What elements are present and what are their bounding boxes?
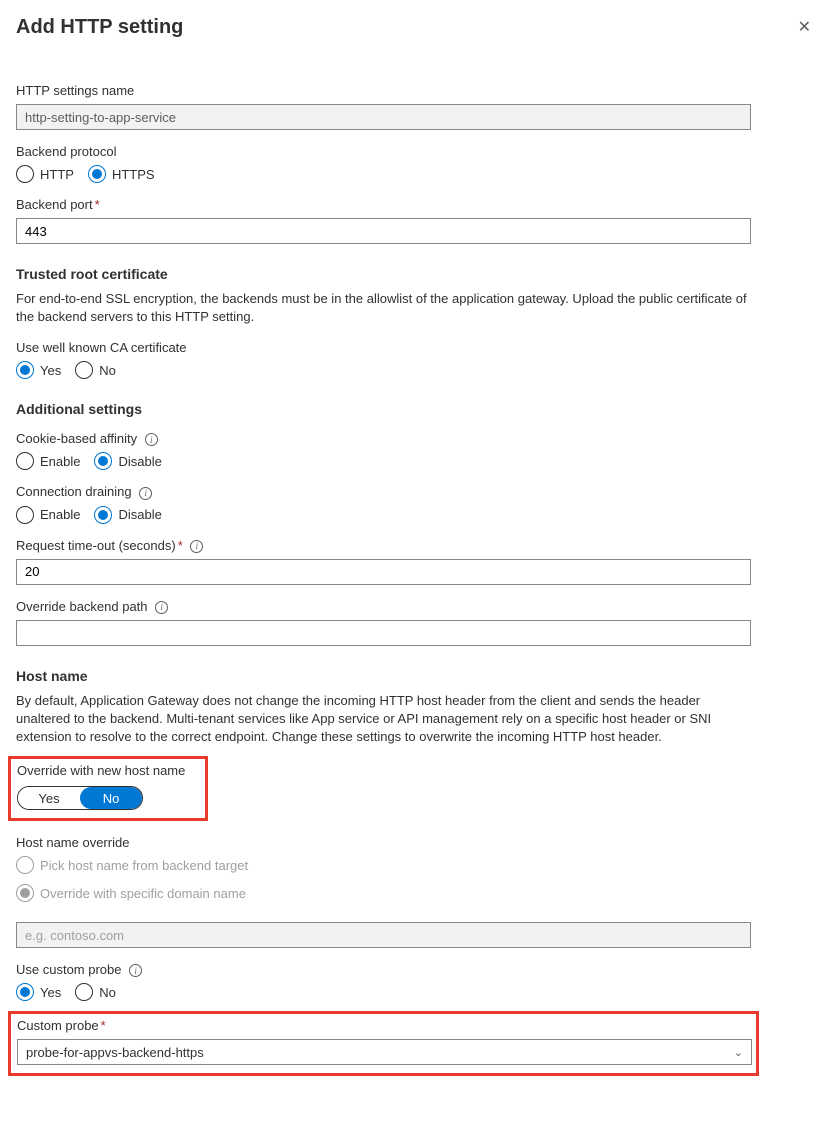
cookie-affinity-label: Cookie-based affinity i xyxy=(16,431,815,446)
host-name-override-pick-backend: Pick host name from backend target xyxy=(16,856,248,874)
well-known-ca-radio-group: Yes No xyxy=(16,361,815,379)
use-custom-probe-no[interactable]: No xyxy=(75,983,116,1001)
info-icon[interactable]: i xyxy=(190,540,203,553)
radio-icon xyxy=(16,452,34,470)
required-asterisk: * xyxy=(101,1018,106,1033)
required-asterisk: * xyxy=(178,538,183,553)
override-backend-path-label: Override backend path i xyxy=(16,599,815,614)
radio-icon xyxy=(16,361,34,379)
override-new-host-toggle[interactable]: Yes No xyxy=(17,786,143,810)
info-icon[interactable]: i xyxy=(129,964,142,977)
host-name-override-label: Host name override xyxy=(16,835,815,850)
info-icon[interactable]: i xyxy=(139,487,152,500)
cookie-affinity-enable[interactable]: Enable xyxy=(16,452,80,470)
backend-port-input[interactable] xyxy=(16,218,751,244)
backend-protocol-http[interactable]: HTTP xyxy=(16,165,74,183)
http-settings-name-input[interactable] xyxy=(16,104,751,130)
page-title: Add HTTP setting xyxy=(16,16,183,39)
connection-draining-enable[interactable]: Enable xyxy=(16,506,80,524)
override-new-host-yes[interactable]: Yes xyxy=(18,787,80,809)
highlight-annotation: Override with new host name Yes No xyxy=(8,756,208,821)
chevron-down-icon: ⌄ xyxy=(734,1046,743,1059)
well-known-ca-no[interactable]: No xyxy=(75,361,116,379)
use-custom-probe-label: Use custom probe i xyxy=(16,962,815,977)
override-new-host-no[interactable]: No xyxy=(80,787,142,809)
request-timeout-label: Request time-out (seconds)* i xyxy=(16,538,815,553)
custom-probe-value: probe-for-appvs-backend-https xyxy=(26,1045,204,1060)
cookie-affinity-disable[interactable]: Disable xyxy=(94,452,161,470)
radio-icon xyxy=(88,165,106,183)
close-icon[interactable]: ✕ xyxy=(794,16,815,40)
radio-icon xyxy=(75,983,93,1001)
override-backend-path-input[interactable] xyxy=(16,620,751,646)
well-known-ca-label: Use well known CA certificate xyxy=(16,340,815,355)
connection-draining-label: Connection draining i xyxy=(16,484,815,499)
host-name-heading: Host name xyxy=(16,668,815,684)
custom-probe-select[interactable]: probe-for-appvs-backend-https ⌄ xyxy=(17,1039,752,1065)
connection-draining-disable[interactable]: Disable xyxy=(94,506,161,524)
request-timeout-input[interactable] xyxy=(16,559,751,585)
host-name-override-input[interactable] xyxy=(16,922,751,948)
radio-icon xyxy=(94,506,112,524)
custom-probe-label: Custom probe* xyxy=(17,1018,750,1033)
well-known-ca-yes[interactable]: Yes xyxy=(16,361,61,379)
backend-protocol-radio-group: HTTP HTTPS xyxy=(16,165,815,183)
trusted-root-heading: Trusted root certificate xyxy=(16,266,815,282)
backend-protocol-https[interactable]: HTTPS xyxy=(88,165,155,183)
additional-settings-heading: Additional settings xyxy=(16,401,815,417)
radio-icon xyxy=(75,361,93,379)
http-settings-name-label: HTTP settings name xyxy=(16,83,815,98)
connection-draining-radio-group: Enable Disable xyxy=(16,506,815,524)
use-custom-probe-yes[interactable]: Yes xyxy=(16,983,61,1001)
radio-icon xyxy=(16,983,34,1001)
override-new-host-label: Override with new host name xyxy=(17,763,199,778)
radio-icon xyxy=(16,165,34,183)
info-icon[interactable]: i xyxy=(145,433,158,446)
host-name-override-radio-group: Pick host name from backend target Overr… xyxy=(16,856,815,902)
info-icon[interactable]: i xyxy=(155,601,168,614)
use-custom-probe-radio-group: Yes No xyxy=(16,983,815,1001)
backend-protocol-label: Backend protocol xyxy=(16,144,815,159)
radio-icon xyxy=(16,884,34,902)
radio-icon xyxy=(94,452,112,470)
required-asterisk: * xyxy=(95,197,100,212)
host-name-desc: By default, Application Gateway does not… xyxy=(16,692,756,747)
highlight-annotation: Custom probe* probe-for-appvs-backend-ht… xyxy=(8,1011,759,1076)
host-name-override-specific-domain: Override with specific domain name xyxy=(16,884,246,902)
cookie-affinity-radio-group: Enable Disable xyxy=(16,452,815,470)
radio-icon xyxy=(16,856,34,874)
radio-icon xyxy=(16,506,34,524)
trusted-root-desc: For end-to-end SSL encryption, the backe… xyxy=(16,290,756,326)
backend-port-label: Backend port* xyxy=(16,197,815,212)
